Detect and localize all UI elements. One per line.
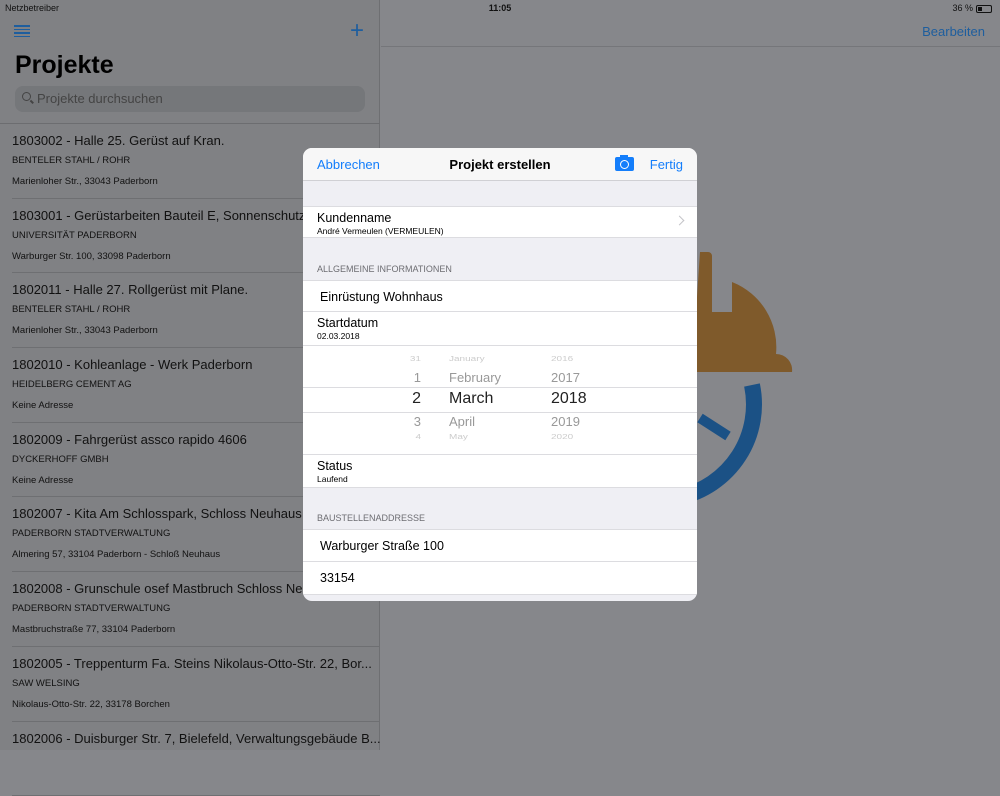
project-customer: HEIDELBERG CEMENT AG — [12, 379, 132, 390]
project-name-field[interactable]: Einrüstung Wohnhaus — [303, 280, 697, 312]
project-title: 1802011 - Halle 27. Rollgerüst mit Plane… — [12, 282, 248, 297]
status-value: Laufend — [317, 474, 348, 484]
dialog-header: Abbrechen Projekt erstellen Fertig — [303, 148, 697, 181]
picker-year[interactable]: 2017 — [551, 370, 580, 385]
picker-day[interactable]: 31 — [410, 356, 421, 364]
picker-month[interactable]: May — [449, 434, 468, 442]
battery: 36 % — [952, 3, 992, 13]
picker-year[interactable]: 2018 — [551, 390, 587, 408]
create-project-dialog: Abbrechen Projekt erstellen Fertig Kunde… — [303, 148, 697, 601]
street-value: Warburger Straße 100 — [320, 539, 444, 553]
done-button[interactable]: Fertig — [650, 157, 683, 172]
start-date-label: Startdatum — [317, 316, 378, 330]
project-customer: PADERBORN STADTVERWALTUNG — [12, 528, 170, 539]
project-list-item[interactable]: 1802006 - Duisburger Str. 7, Bielefeld, … — [12, 722, 380, 796]
project-title: 1802008 - Grunschule osef Mastbruch Schl… — [12, 581, 310, 596]
project-address: Warburger Str. 100, 33098 Paderborn — [12, 251, 171, 262]
page-title: Projekte — [15, 51, 114, 80]
picker-month[interactable]: January — [449, 356, 485, 364]
chevron-right-icon — [675, 216, 685, 226]
project-address: Mastbruchstraße 77, 33104 Paderborn — [12, 624, 175, 635]
picker-month[interactable]: February — [449, 370, 501, 385]
project-address: Almering 57, 33104 Paderborn - Schloß Ne… — [12, 549, 220, 560]
zip-field[interactable]: 33154 — [303, 562, 697, 595]
search-icon — [22, 92, 31, 101]
picker-day[interactable]: 4 — [415, 434, 421, 442]
project-customer: SAW WELSING — [12, 678, 80, 689]
picker-year[interactable]: 2016 — [551, 356, 573, 364]
project-address: Nikolaus-Otto-Str. 22, 33178 Borchen — [12, 699, 170, 710]
project-customer: UNIVERSITÄT PADERBORN — [12, 230, 137, 241]
project-address: Keine Adresse — [12, 400, 73, 411]
project-address: Marienloher Str., 33043 Paderborn — [12, 325, 158, 336]
picker-month[interactable]: March — [449, 390, 493, 408]
detail-nav-bar: Bearbeiten — [381, 16, 1000, 47]
status-label: Status — [317, 459, 352, 473]
spacer — [303, 181, 697, 206]
project-title: 1802010 - Kohleanlage - Werk Paderborn — [12, 357, 252, 372]
customer-value: André Vermeulen (VERMEULEN) — [317, 226, 444, 236]
section-header-general: ALLGEMEINE INFORMATIONEN — [303, 238, 697, 280]
picker-selection-band — [303, 387, 697, 413]
battery-percent: 36 % — [952, 3, 973, 13]
search-input[interactable]: Projekte durchsuchen — [15, 86, 365, 112]
picker-day[interactable]: 3 — [414, 414, 421, 429]
section-header-address: BAUSTELLENADDRESSE — [303, 488, 697, 529]
project-title: 1803002 - Halle 25. Gerüst auf Kran. — [12, 133, 224, 148]
project-customer: BENTELER STAHL / ROHR — [12, 304, 130, 315]
customer-cell[interactable]: Kundenname André Vermeulen (VERMEULEN) — [303, 206, 697, 238]
battery-icon — [976, 5, 992, 13]
customer-label: Kundenname — [317, 211, 391, 225]
picker-day[interactable]: 1 — [414, 370, 421, 385]
section-address-label: BAUSTELLENADDRESSE — [317, 513, 425, 523]
project-list-item[interactable]: 1802005 - Treppenturm Fa. Steins Nikolau… — [12, 647, 380, 722]
project-name-value: Einrüstung Wohnhaus — [320, 290, 443, 304]
start-date-value: 02.03.2018 — [317, 331, 360, 341]
project-title: 1802009 - Fahrgerüst assco rapido 4606 — [12, 432, 247, 447]
project-address: Marienloher Str., 33043 Paderborn — [12, 176, 158, 187]
search-placeholder: Projekte durchsuchen — [37, 91, 163, 106]
dialog-title: Projekt erstellen — [303, 157, 697, 172]
picker-month[interactable]: April — [449, 414, 475, 429]
project-title: 1802005 - Treppenturm Fa. Steins Nikolau… — [12, 656, 372, 671]
status-cell[interactable]: Status Laufend — [303, 455, 697, 488]
section-general-label: ALLGEMEINE INFORMATIONEN — [317, 264, 452, 274]
status-bar: Netzbetreiber 11:05 36 % — [0, 0, 1000, 16]
project-title: 1802007 - Kita Am Schlosspark, Schloss N… — [12, 506, 310, 521]
start-date-cell[interactable]: Startdatum 02.03.2018 — [303, 312, 697, 346]
project-customer: PADERBORN STADTVERWALTUNG — [12, 603, 170, 614]
edit-button[interactable]: Bearbeiten — [922, 24, 985, 39]
picker-year[interactable]: 2019 — [551, 414, 580, 429]
project-title: 1803001 - Gerüstarbeiten Bauteil E, Sonn… — [12, 208, 305, 223]
picker-year[interactable]: 2020 — [551, 434, 573, 442]
project-customer: DYCKERHOFF GMBH — [12, 454, 109, 465]
add-project-button[interactable]: + — [350, 17, 364, 45]
list-icon[interactable] — [14, 25, 30, 37]
project-customer: BENTELER STAHL / ROHR — [12, 155, 130, 166]
zip-value: 33154 — [320, 571, 355, 585]
project-title: 1802006 - Duisburger Str. 7, Bielefeld, … — [12, 731, 380, 746]
date-picker[interactable]: 31 1 2 3 4 January February March April May 2016 20… — [303, 346, 697, 455]
street-field[interactable]: Warburger Straße 100 — [303, 529, 697, 562]
picker-day[interactable]: 2 — [412, 390, 421, 408]
project-address: Keine Adresse — [12, 475, 73, 486]
camera-icon[interactable] — [615, 157, 634, 171]
clock: 11:05 — [0, 3, 1000, 13]
